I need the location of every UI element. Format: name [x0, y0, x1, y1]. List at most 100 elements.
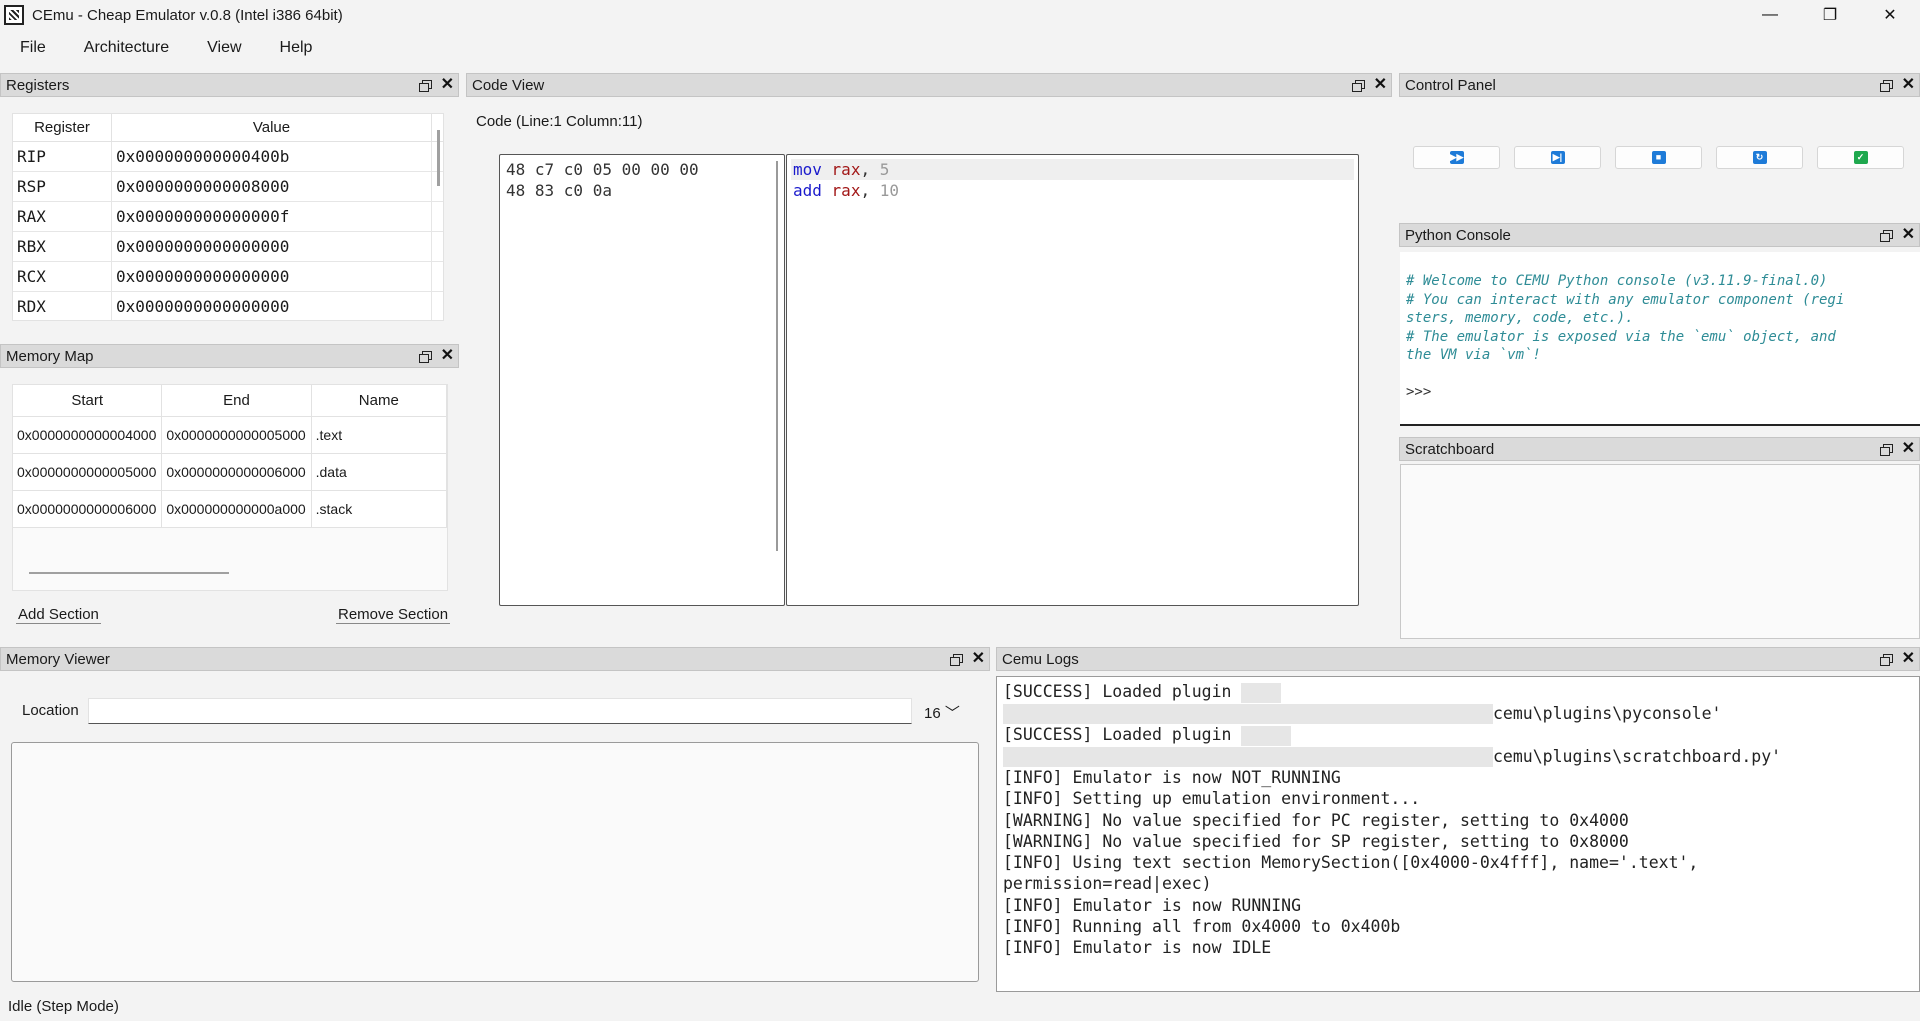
- console-line: # The emulator is exposed via the `emu` …: [1406, 328, 1836, 345]
- step-forward-icon: ▶|: [1550, 151, 1565, 164]
- control-panel-title: Control Panel: [1405, 76, 1496, 94]
- float-icon[interactable]: [949, 653, 963, 666]
- code-line[interactable]: add rax, 10: [791, 180, 1354, 201]
- register-operand: rax: [831, 160, 861, 179]
- menu-view[interactable]: View: [188, 34, 260, 62]
- scratchboard-dock-title[interactable]: Scratchboard ✕: [1399, 437, 1920, 461]
- log-line: [INFO] Setting up emulation environment.…: [1003, 789, 1421, 809]
- table-row[interactable]: RDX 0x0000000000000000: [13, 292, 443, 320]
- window-controls: — ❐ ✕: [1740, 0, 1920, 30]
- log-line: [WARNING] No value specified for PC regi…: [1003, 810, 1629, 830]
- minimize-button[interactable]: —: [1740, 0, 1800, 30]
- registers-dock-title[interactable]: Registers ✕: [0, 73, 459, 97]
- float-icon[interactable]: [1351, 79, 1365, 92]
- column-header-name[interactable]: Name: [312, 385, 447, 416]
- run-all-button[interactable]: ▶▶: [1413, 146, 1500, 169]
- location-input[interactable]: [88, 698, 912, 724]
- close-icon[interactable]: ✕: [972, 651, 985, 667]
- remove-section-button[interactable]: Remove Section: [336, 606, 451, 624]
- float-icon[interactable]: [1879, 79, 1893, 92]
- log-line: [SUCCESS] Loaded plugin: [1003, 724, 1913, 746]
- table-row[interactable]: RCX 0x0000000000000000: [13, 262, 443, 292]
- logs-dock-title[interactable]: Cemu Logs ✕: [996, 647, 1920, 671]
- section-name: .stack: [312, 491, 447, 527]
- column-header-register[interactable]: Register: [13, 114, 112, 141]
- memory-hex-view[interactable]: [11, 742, 979, 982]
- code-line[interactable]: mov rax, 5: [791, 159, 1354, 180]
- float-icon[interactable]: [1879, 443, 1893, 456]
- table-row[interactable]: RBX 0x0000000000000000: [13, 232, 443, 262]
- step-button[interactable]: ▶|: [1514, 146, 1601, 169]
- table-row[interactable]: RSP 0x0000000000008000: [13, 172, 443, 202]
- float-icon[interactable]: [418, 350, 432, 363]
- scratchboard-editor[interactable]: [1400, 464, 1920, 639]
- menu-file[interactable]: File: [0, 34, 65, 62]
- add-section-button[interactable]: Add Section: [16, 606, 101, 624]
- section-end: 0x000000000000a000: [162, 491, 312, 527]
- stop-button[interactable]: ■: [1615, 146, 1702, 169]
- register-value[interactable]: 0x000000000000400b: [112, 142, 432, 171]
- float-icon[interactable]: [1879, 653, 1893, 666]
- window-title: CEmu - Cheap Emulator v.0.8 (Intel i386 …: [32, 6, 343, 24]
- log-line: cemu\plugins\pyconsole': [1003, 703, 1913, 724]
- menu-architecture[interactable]: Architecture: [65, 34, 188, 62]
- register-value[interactable]: 0x0000000000000000: [112, 292, 432, 320]
- console-prompt[interactable]: >>>: [1406, 383, 1914, 402]
- memory-viewer-dock-title[interactable]: Memory Viewer ✕: [0, 647, 990, 671]
- close-icon[interactable]: ✕: [1902, 77, 1915, 93]
- python-console-dock-title[interactable]: Python Console ✕: [1399, 223, 1920, 247]
- check-button[interactable]: ✓: [1817, 146, 1904, 169]
- table-row[interactable]: 0x0000000000005000 0x0000000000006000 .dat…: [13, 454, 447, 491]
- close-icon[interactable]: ✕: [1902, 227, 1915, 243]
- table-row[interactable]: 0x0000000000004000 0x0000000000005000 .tex…: [13, 417, 447, 454]
- memory-map-scrollbar[interactable]: [29, 572, 229, 574]
- section-end: 0x0000000000005000: [162, 417, 312, 453]
- python-console[interactable]: # Welcome to CEMU Python console (v3.11.…: [1400, 252, 1920, 426]
- code-view-dock-title[interactable]: Code View ✕: [466, 73, 1392, 97]
- close-icon[interactable]: ✕: [441, 77, 454, 93]
- reset-button[interactable]: ↻: [1716, 146, 1803, 169]
- hex-line: 48 c7 c0 05 00 00 00: [506, 160, 699, 179]
- close-icon[interactable]: ✕: [1902, 441, 1915, 457]
- register-name: RIP: [13, 142, 112, 171]
- maximize-button[interactable]: ❐: [1800, 0, 1860, 30]
- hex-line: 48 83 c0 0a: [506, 181, 612, 200]
- register-value[interactable]: 0x0000000000000000: [112, 232, 432, 261]
- close-icon[interactable]: ✕: [1902, 651, 1915, 667]
- close-window-button[interactable]: ✕: [1860, 0, 1920, 30]
- register-value[interactable]: 0x000000000000000f: [112, 202, 432, 231]
- column-header-value[interactable]: Value: [112, 114, 432, 141]
- immediate-operand: 10: [879, 181, 899, 200]
- float-icon[interactable]: [418, 79, 432, 92]
- table-row[interactable]: RAX 0x000000000000000f: [13, 202, 443, 232]
- column-header-start[interactable]: Start: [13, 385, 163, 416]
- close-icon[interactable]: ✕: [1374, 77, 1387, 93]
- registers-scrollbar[interactable]: [437, 130, 440, 186]
- column-header-end[interactable]: End: [162, 385, 312, 416]
- hex-bytes-view[interactable]: 48 c7 c0 05 00 00 00 48 83 c0 0a: [499, 154, 785, 606]
- code-view-title: Code View: [472, 76, 545, 94]
- table-row[interactable]: RIP 0x000000000000400b: [13, 142, 443, 172]
- columns-select[interactable]: 16 ﹀: [924, 702, 960, 723]
- menu-help[interactable]: Help: [261, 34, 332, 62]
- table-row[interactable]: 0x0000000000006000 0x000000000000a000 .sta…: [13, 491, 447, 528]
- hex-scrollbar[interactable]: [776, 161, 778, 551]
- float-icon[interactable]: [1879, 229, 1893, 242]
- refresh-icon: ↻: [1752, 151, 1767, 164]
- check-icon: ✓: [1853, 151, 1868, 164]
- log-line: [INFO] Running all from 0x4000 to 0x400b: [1003, 917, 1401, 937]
- logs-view[interactable]: [SUCCESS] Loaded plugin cemu\plugins\pyc…: [996, 676, 1920, 992]
- register-name: RSP: [13, 172, 112, 201]
- status-bar: Idle (Step Mode): [8, 998, 119, 1015]
- log-line: [INFO] Emulator is now NOT_RUNNING: [1003, 768, 1341, 787]
- register-value[interactable]: 0x0000000000008000: [112, 172, 432, 201]
- close-icon[interactable]: ✕: [441, 348, 454, 364]
- register-value[interactable]: 0x0000000000000000: [112, 262, 432, 291]
- control-panel-dock-title[interactable]: Control Panel ✕: [1399, 73, 1920, 97]
- immediate-operand: 5: [879, 160, 890, 179]
- log-line: [INFO] Using text section MemorySection(…: [1003, 853, 1709, 894]
- code-cursor-position: Code (Line:1 Column:11): [476, 113, 643, 130]
- assembly-editor[interactable]: mov rax, 5 add rax, 10: [786, 154, 1359, 606]
- memory-map-dock-title[interactable]: Memory Map ✕: [0, 344, 459, 368]
- log-line: [WARNING] No value specified for SP regi…: [1003, 831, 1629, 851]
